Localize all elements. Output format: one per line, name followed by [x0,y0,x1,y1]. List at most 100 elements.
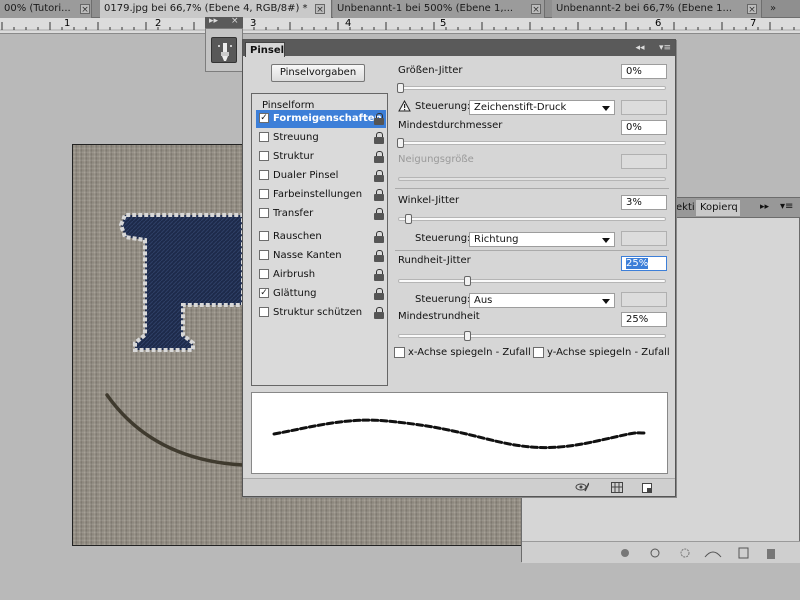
min-roundness-label: Mindestrundheit [398,311,480,322]
brush-panel-footer [243,478,675,496]
brush-option-rauschen[interactable]: Rauschen [256,228,386,246]
chevron-down-icon [602,299,610,304]
collapse-icon[interactable]: ◂◂ [633,42,647,54]
tilt-scale-label: Neigungsgröße [398,154,474,165]
brush-option-farbeinstellungen[interactable]: Farbeinstellungen [256,186,386,204]
brush-option-streuung[interactable]: Streuung [256,129,386,147]
brush-option-dualer-pinsel[interactable]: Dualer Pinsel [256,167,386,185]
option-checkbox[interactable] [259,170,269,180]
tab-close-icon[interactable]: × [747,4,757,15]
control-off-dropdown[interactable]: Aus [469,293,615,308]
control-direction-dropdown[interactable]: Richtung [469,232,615,247]
brush-option-formeigenschaften[interactable]: ✓ Formeigenschaften [256,110,386,128]
min-diameter-slider[interactable] [398,141,666,145]
dropdown-value: Aus [474,295,493,306]
lock-icon[interactable] [374,170,384,182]
roundness-jitter-slider-thumb[interactable] [464,276,471,286]
brush-option-nasse-kanten[interactable]: Nasse Kanten [256,247,386,265]
option-label: Nasse Kanten [273,250,342,261]
min-diameter-slider-thumb[interactable] [397,138,404,148]
brush-option-transfer[interactable]: Transfer [256,205,386,223]
option-checkbox[interactable]: ✓ [259,113,269,123]
lock-icon[interactable] [374,307,384,319]
lock-icon[interactable] [374,269,384,281]
min-roundness-slider-thumb[interactable] [464,331,471,341]
option-checkbox[interactable] [259,250,269,260]
grid-icon[interactable] [611,482,623,493]
lock-icon[interactable] [374,231,384,243]
control-label: Steuerung: [415,101,471,112]
brush-option-struktur-schützen[interactable]: Struktur schützen [256,304,386,322]
size-jitter-slider-thumb[interactable] [397,83,404,93]
tab-title: Unbenannt-2 bei 66,7% (Ebene 1... [556,3,733,14]
option-checkbox[interactable] [259,208,269,218]
roundness-jitter-slider[interactable] [398,279,666,283]
brush-presets-button[interactable]: Pinselvorgaben [271,64,365,82]
brush-panel-titlebar[interactable]: Pinsel ◂◂ ▾≡ [243,40,675,57]
collapse-icon[interactable]: ▸▸ [209,16,218,26]
new-preset-icon[interactable] [641,482,653,494]
layers-panel-footer [522,541,800,563]
tab-title: Unbenannt-1 bei 500% (Ebene 1,... [337,3,514,14]
angle-jitter-value[interactable]: 3% [621,195,667,210]
close-icon[interactable]: × [231,16,239,26]
document-tab[interactable]: Unbenannt-1 bei 500% (Ebene 1,... [333,0,545,18]
document-tab[interactable]: Unbenannt-2 bei 66,7% (Ebene 1... [552,0,762,18]
lock-icon[interactable] [374,189,384,201]
warning-icon [398,100,411,112]
tool-strip-header[interactable]: ▸▸ × [205,16,243,28]
control-pen-pressure-dropdown[interactable]: Zeichenstift-Druck [469,100,615,115]
min-roundness-value[interactable]: 25% [621,312,667,327]
horizontal-ruler[interactable]: 1 2 3 4 5 6 7 [0,18,800,34]
min-roundness-slider[interactable] [398,334,666,338]
brush-options-list: Pinselform ✓ Formeigenschaften Streuung Str… [251,93,388,386]
option-checkbox[interactable] [259,269,269,279]
angle-jitter-slider-thumb[interactable] [405,214,413,224]
tab-overflow-icon[interactable]: » [770,3,780,15]
option-label: Glättung [273,288,317,299]
flip-x-checkbox[interactable] [394,347,405,358]
roundness-jitter-value[interactable]: 25% [621,256,667,271]
collapse-icon[interactable]: ▸▸ [760,202,769,212]
option-checkbox[interactable] [259,132,269,142]
option-checkbox[interactable] [259,231,269,241]
option-checkbox[interactable] [259,307,269,317]
lock-icon[interactable] [374,250,384,262]
brush-panel-toggle-button[interactable] [211,37,237,63]
option-label: Struktur [273,151,314,162]
lock-icon[interactable] [374,113,384,125]
size-jitter-slider[interactable] [398,86,666,90]
option-checkbox[interactable] [259,189,269,199]
ruler-number: 1 [64,18,71,29]
lock-icon[interactable] [374,208,384,220]
tab-close-icon[interactable]: × [315,4,325,15]
brush-option-struktur[interactable]: Struktur [256,148,386,166]
control-label: Steuerung: [415,233,471,244]
panel-menu-icon[interactable]: ▾≡ [657,42,673,54]
flip-y-checkbox[interactable] [533,347,544,358]
ruler-number: 3 [250,18,257,29]
brush-option-airbrush[interactable]: Airbrush [256,266,386,284]
lock-icon[interactable] [374,288,384,300]
min-diameter-value[interactable]: 0% [621,120,667,135]
brush-option-glättung[interactable]: ✓ Glättung [256,285,386,303]
size-jitter-value[interactable]: 0% [621,64,667,79]
tab-pinsel[interactable]: Pinsel [245,42,285,57]
lock-icon[interactable] [374,132,384,144]
option-checkbox[interactable] [259,151,269,161]
tab-close-icon[interactable]: × [531,4,541,15]
brush-panel: Pinsel ◂◂ ▾≡ Pinselvorgaben Pinselform ✓… [242,39,676,497]
lock-icon[interactable] [374,151,384,163]
option-checkbox[interactable]: ✓ [259,288,269,298]
eye-brush-icon[interactable] [575,481,589,493]
control-extra-field [621,292,667,307]
option-label: Streuung [273,132,319,143]
angle-jitter-label: Winkel-Jitter [398,195,460,206]
control-extra-field [621,100,667,115]
angle-jitter-slider[interactable] [398,217,666,221]
tab-kopierquelle[interactable]: Kopierq [696,200,740,216]
tab-effects[interactable]: ekti [676,202,695,213]
tab-close-icon[interactable]: × [80,4,90,15]
document-tab[interactable]: 00% (Tutori... [0,0,92,18]
panel-menu-icon[interactable]: ▾≡ [780,201,793,212]
